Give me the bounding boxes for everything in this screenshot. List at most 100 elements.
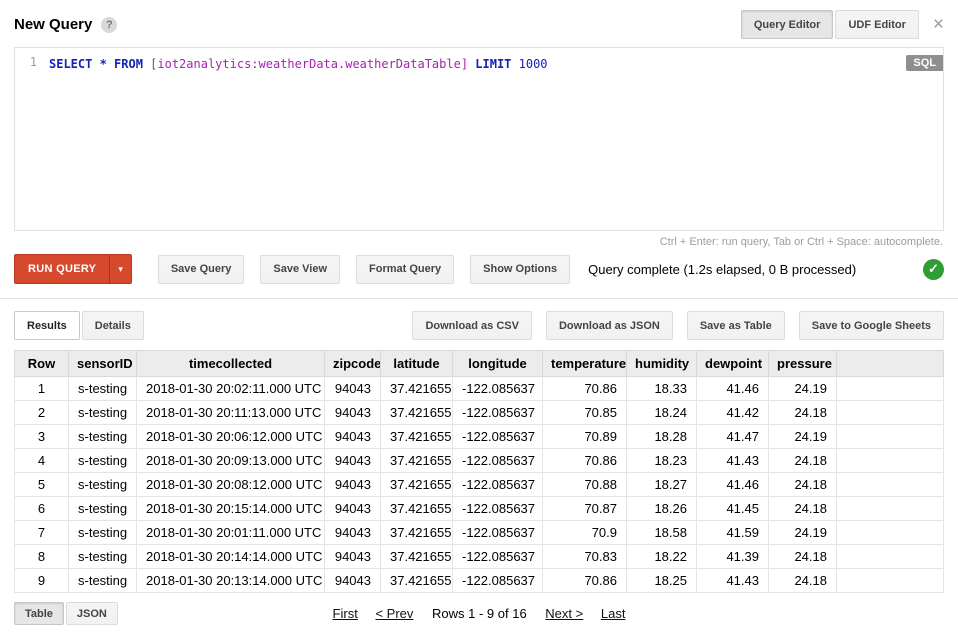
- cell-latitude: 37.421655: [381, 569, 453, 593]
- close-icon[interactable]: ×: [933, 15, 944, 34]
- cell-temperature: 70.85: [543, 401, 627, 425]
- cell-filler: [837, 473, 944, 497]
- column-header-zipcode: zipcode: [325, 351, 381, 377]
- cell-filler: [837, 497, 944, 521]
- cell-zipcode: 94043: [325, 569, 381, 593]
- cell-longitude: -122.085637: [453, 569, 543, 593]
- table-row: 9s-testing2018-01-30 20:13:14.000 UTC940…: [15, 569, 944, 593]
- cell-sensorid: s-testing: [69, 545, 137, 569]
- cell-sensorid: s-testing: [69, 425, 137, 449]
- cell-dewpoint: 41.39: [697, 545, 769, 569]
- cell-longitude: -122.085637: [453, 401, 543, 425]
- pagination-next-link[interactable]: Next >: [545, 606, 583, 621]
- cell-temperature: 70.9: [543, 521, 627, 545]
- cell-row: 8: [15, 545, 69, 569]
- cell-latitude: 37.421655: [381, 377, 453, 401]
- cell-longitude: -122.085637: [453, 449, 543, 473]
- pagination-last-link[interactable]: Last: [601, 606, 626, 621]
- cell-sensorid: s-testing: [69, 401, 137, 425]
- help-icon[interactable]: ?: [101, 17, 117, 33]
- success-check-icon: ✓: [923, 259, 944, 280]
- tab-details[interactable]: Details: [82, 311, 144, 340]
- cell-zipcode: 94043: [325, 401, 381, 425]
- tab-results[interactable]: Results: [14, 311, 80, 340]
- header: New Query ? Query Editor UDF Editor ×: [0, 0, 958, 45]
- cell-dewpoint: 41.59: [697, 521, 769, 545]
- column-header-timecollected: timecollected: [137, 351, 325, 377]
- cell-sensorid: s-testing: [69, 569, 137, 593]
- cell-timecollected: 2018-01-30 20:14:14.000 UTC: [137, 545, 325, 569]
- cell-dewpoint: 41.46: [697, 377, 769, 401]
- cell-dewpoint: 41.43: [697, 449, 769, 473]
- cell-sensorid: s-testing: [69, 377, 137, 401]
- save-as-table-button[interactable]: Save as Table: [687, 311, 785, 340]
- cell-longitude: -122.085637: [453, 377, 543, 401]
- column-header-row: Row: [15, 351, 69, 377]
- cell-pressure: 24.18: [769, 545, 837, 569]
- column-header-latitude: latitude: [381, 351, 453, 377]
- cell-zipcode: 94043: [325, 545, 381, 569]
- cell-filler: [837, 569, 944, 593]
- cell-row: 6: [15, 497, 69, 521]
- cell-pressure: 24.18: [769, 569, 837, 593]
- table-view-button[interactable]: Table: [14, 602, 64, 625]
- pagination-prev-link[interactable]: < Prev: [375, 606, 413, 621]
- save-view-button[interactable]: Save View: [260, 255, 340, 284]
- sql-code-line[interactable]: SELECT * FROM [iot2analytics:weatherData…: [45, 48, 943, 230]
- column-header-humidity: humidity: [627, 351, 697, 377]
- udf-editor-button[interactable]: UDF Editor: [835, 10, 918, 39]
- cell-row: 3: [15, 425, 69, 449]
- save-to-google-sheets-button[interactable]: Save to Google Sheets: [799, 311, 944, 340]
- cell-temperature: 70.86: [543, 569, 627, 593]
- table-row: 3s-testing2018-01-30 20:06:12.000 UTC940…: [15, 425, 944, 449]
- cell-temperature: 70.86: [543, 449, 627, 473]
- json-view-button[interactable]: JSON: [66, 602, 118, 625]
- sql-editor[interactable]: 1 SELECT * FROM [iot2analytics:weatherDa…: [14, 47, 944, 231]
- cell-temperature: 70.86: [543, 377, 627, 401]
- cell-dewpoint: 41.45: [697, 497, 769, 521]
- cell-row: 1: [15, 377, 69, 401]
- column-header-temperature: temperature: [543, 351, 627, 377]
- query-editor-button[interactable]: Query Editor: [741, 10, 834, 39]
- cell-latitude: 37.421655: [381, 425, 453, 449]
- run-query-label: RUN QUERY: [15, 255, 109, 283]
- column-header-sensorid: sensorID: [69, 351, 137, 377]
- sql-keyword: LIMIT: [468, 57, 519, 71]
- run-query-dropdown-caret-icon[interactable]: ▾: [109, 255, 131, 283]
- column-header-dewpoint: dewpoint: [697, 351, 769, 377]
- cell-humidity: 18.26: [627, 497, 697, 521]
- header-right: Query Editor UDF Editor ×: [741, 10, 944, 39]
- cell-pressure: 24.18: [769, 401, 837, 425]
- download-as-csv-button[interactable]: Download as CSV: [412, 311, 532, 340]
- cell-zipcode: 94043: [325, 497, 381, 521]
- cell-humidity: 18.27: [627, 473, 697, 497]
- sql-number: 1000: [519, 57, 548, 71]
- cell-sensorid: s-testing: [69, 449, 137, 473]
- cell-dewpoint: 41.47: [697, 425, 769, 449]
- format-query-button[interactable]: Format Query: [356, 255, 454, 284]
- table-body: 1s-testing2018-01-30 20:02:11.000 UTC940…: [15, 377, 944, 593]
- cell-timecollected: 2018-01-30 20:13:14.000 UTC: [137, 569, 325, 593]
- show-options-button[interactable]: Show Options: [470, 255, 570, 284]
- cell-row: 5: [15, 473, 69, 497]
- bigquery-query-page: New Query ? Query Editor UDF Editor × 1 …: [0, 0, 958, 634]
- pagination-rows-label: Rows 1 - 9 of 16: [432, 606, 527, 621]
- pagination-first-link[interactable]: First: [333, 606, 358, 621]
- cell-pressure: 24.19: [769, 425, 837, 449]
- cell-sensorid: s-testing: [69, 473, 137, 497]
- query-status-text: Query complete (1.2s elapsed, 0 B proces…: [588, 262, 856, 277]
- table-row: 4s-testing2018-01-30 20:09:13.000 UTC940…: [15, 449, 944, 473]
- cell-latitude: 37.421655: [381, 497, 453, 521]
- download-as-json-button[interactable]: Download as JSON: [546, 311, 673, 340]
- cell-humidity: 18.23: [627, 449, 697, 473]
- cell-pressure: 24.19: [769, 521, 837, 545]
- cell-filler: [837, 521, 944, 545]
- results-bar: ResultsDetails Download as CSVDownload a…: [0, 299, 958, 348]
- run-query-button[interactable]: RUN QUERY ▾: [14, 254, 132, 284]
- cell-humidity: 18.58: [627, 521, 697, 545]
- results-actions: Download as CSV Download as JSON Save as T…: [412, 311, 944, 340]
- editor-shortcut-hint: Ctrl + Enter: run query, Tab or Ctrl + S…: [0, 231, 958, 252]
- save-query-button[interactable]: Save Query: [158, 255, 245, 284]
- cell-filler: [837, 545, 944, 569]
- cell-temperature: 70.83: [543, 545, 627, 569]
